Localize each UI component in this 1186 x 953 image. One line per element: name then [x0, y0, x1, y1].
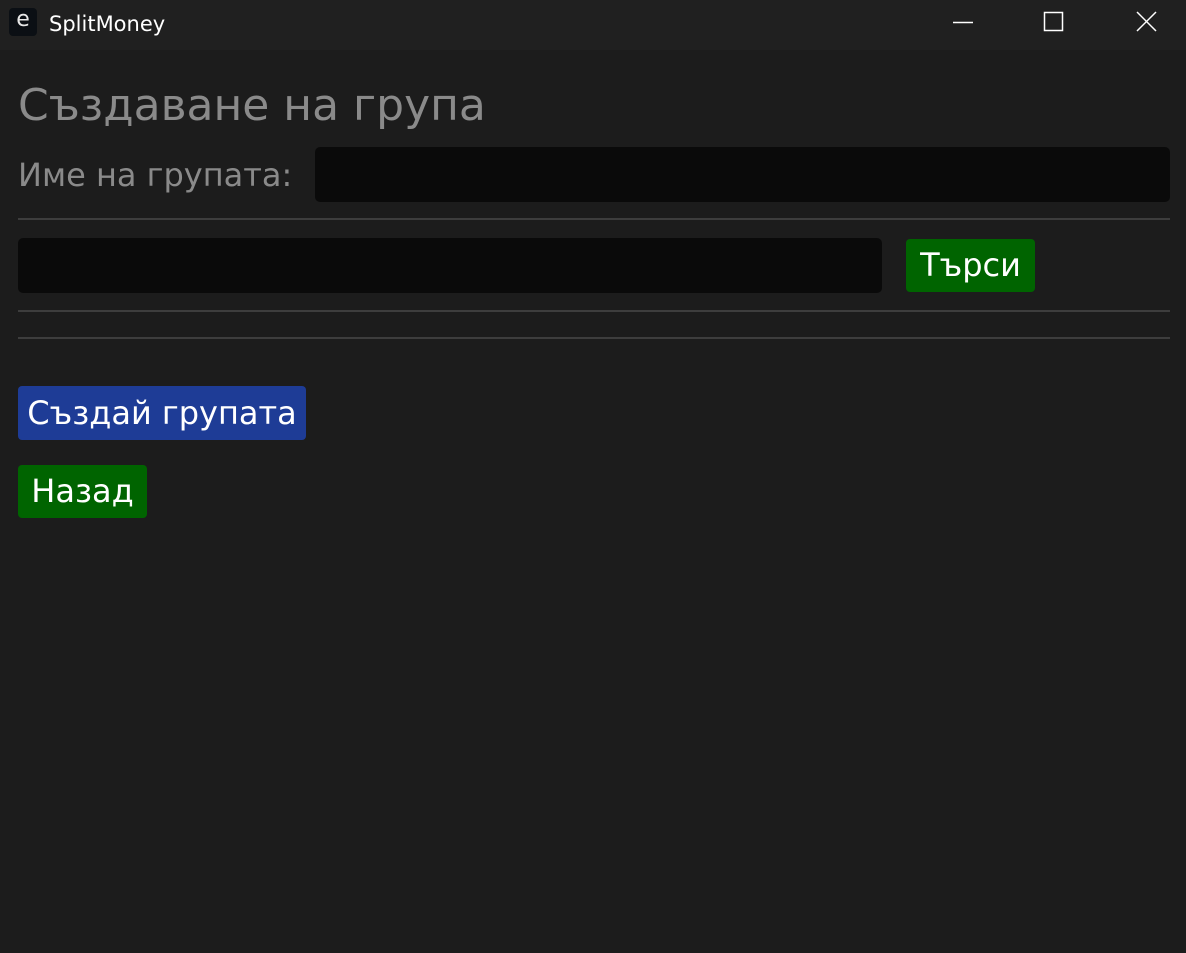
maximize-icon [1043, 11, 1064, 32]
member-search-input[interactable] [18, 238, 882, 293]
app-icon: e [9, 8, 37, 36]
close-icon [1136, 11, 1157, 32]
title-bar[interactable]: e SplitMoney [0, 0, 1186, 50]
page-title: Създаване на група [18, 80, 486, 131]
minimize-icon [953, 21, 973, 24]
divider [18, 218, 1170, 220]
app-window: e SplitMoney Създаване на група Име на г… [0, 0, 1186, 953]
divider [18, 310, 1170, 312]
group-name-label: Име на групата: [18, 156, 293, 194]
maximize-button[interactable] [1025, 0, 1083, 46]
create-group-button[interactable]: Създай групата [18, 386, 306, 440]
window-title: SplitMoney [49, 12, 166, 36]
divider [18, 337, 1170, 339]
search-button[interactable]: Търси [906, 239, 1035, 292]
close-button[interactable] [1118, 0, 1176, 46]
minimize-button[interactable] [934, 0, 992, 46]
back-button[interactable]: Назад [18, 465, 147, 518]
group-name-input[interactable] [315, 147, 1170, 202]
